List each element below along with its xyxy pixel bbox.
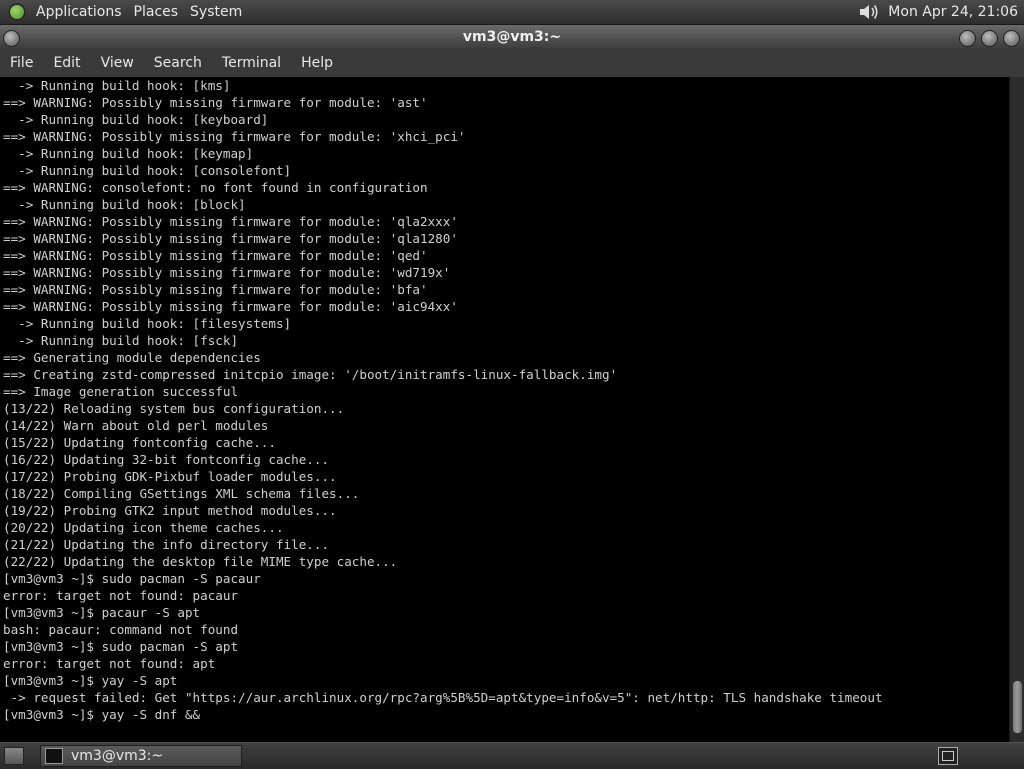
- terminal-line: (17/22) Probing GDK-Pixbuf loader module…: [3, 469, 337, 484]
- terminal-line: -> Running build hook: [keyboard]: [3, 112, 269, 127]
- window-title: vm3@vm3:~: [462, 29, 562, 45]
- volume-icon[interactable]: [858, 2, 880, 22]
- system-menu[interactable]: System: [186, 4, 250, 20]
- taskbar-item-label: vm3@vm3:~: [71, 748, 164, 764]
- panel-tray: Mon Apr 24, 21:06: [858, 2, 1024, 22]
- clock[interactable]: Mon Apr 24, 21:06: [888, 4, 1018, 20]
- terminal-line: (13/22) Reloading system bus configurati…: [3, 401, 345, 416]
- terminal-line: (21/22) Updating the info directory file…: [3, 537, 330, 552]
- terminal-line: -> Running build hook: [block]: [3, 197, 246, 212]
- terminal-line: ==> WARNING: Possibly missing firmware f…: [3, 282, 428, 297]
- terminal-line: [vm3@vm3 ~]$ yay -S apt: [3, 673, 178, 688]
- workspace-switcher-icon[interactable]: [938, 747, 958, 765]
- maximize-button[interactable]: [981, 30, 998, 47]
- applications-menu[interactable]: Applications: [32, 4, 130, 20]
- terminal-line: ==> WARNING: consolefont: no font found …: [3, 180, 428, 195]
- terminal-line: [vm3@vm3 ~]$ pacaur -S apt: [3, 605, 201, 620]
- terminal-line: (19/22) Probing GTK2 input method module…: [3, 503, 337, 518]
- terminal-line: ==> Image generation successful: [3, 384, 239, 399]
- menu-search[interactable]: Search: [144, 55, 212, 71]
- menu-file[interactable]: File: [0, 55, 43, 71]
- window-title-bar[interactable]: vm3@vm3:~: [0, 25, 1024, 49]
- terminal-line: ==> WARNING: Possibly missing firmware f…: [3, 265, 451, 280]
- menu-view[interactable]: View: [91, 55, 144, 71]
- terminal-scrollbar[interactable]: [1009, 77, 1024, 742]
- terminal-line: [vm3@vm3 ~]$ sudo pacman -S apt: [3, 639, 239, 654]
- menu-terminal[interactable]: Terminal: [212, 55, 291, 71]
- scrollbar-thumb[interactable]: [1013, 681, 1022, 733]
- terminal-line: ==> WARNING: Possibly missing firmware f…: [3, 129, 466, 144]
- terminal-line: [vm3@vm3 ~]$ yay -S dnf &&: [3, 707, 201, 722]
- terminal-menu-bar: File Edit View Search Terminal Help: [0, 49, 1024, 77]
- terminal-line: ==> WARNING: Possibly missing firmware f…: [3, 299, 458, 314]
- top-panel: Applications Places System Mon Apr 24, 2…: [0, 0, 1024, 25]
- terminal-line: -> Running build hook: [kms]: [3, 78, 231, 93]
- terminal-line: -> request failed: Get "https://aur.arch…: [3, 690, 883, 705]
- window-menu-button[interactable]: [3, 30, 20, 47]
- terminal-line: ==> WARNING: Possibly missing firmware f…: [3, 95, 428, 110]
- terminal-line: ==> WARNING: Possibly missing firmware f…: [3, 231, 458, 246]
- terminal-line: -> Running build hook: [filesystems]: [3, 316, 292, 331]
- terminal-line: -> Running build hook: [consolefont]: [3, 163, 292, 178]
- terminal-line: (15/22) Updating fontconfig cache...: [3, 435, 276, 450]
- terminal-line: ==> WARNING: Possibly missing firmware f…: [3, 214, 458, 229]
- terminal-line: error: target not found: pacaur: [3, 588, 239, 603]
- show-desktop-icon[interactable]: [4, 747, 24, 765]
- terminal-line: -> Running build hook: [keymap]: [3, 146, 254, 161]
- terminal-line: (16/22) Updating 32-bit fontconfig cache…: [3, 452, 330, 467]
- terminal-line: bash: pacaur: command not found: [3, 622, 239, 637]
- places-menu[interactable]: Places: [130, 4, 187, 20]
- menu-edit[interactable]: Edit: [43, 55, 90, 71]
- menu-help[interactable]: Help: [291, 55, 343, 71]
- terminal-line: [vm3@vm3 ~]$ sudo pacman -S pacaur: [3, 571, 261, 586]
- terminal-output[interactable]: -> Running build hook: [kms] ==> WARNING:…: [0, 77, 1009, 742]
- terminal-line: ==> Creating zstd-compressed initcpio im…: [3, 367, 618, 382]
- close-button[interactable]: [1003, 30, 1020, 47]
- terminal-line: ==> Generating module dependencies: [3, 350, 261, 365]
- terminal-line: (14/22) Warn about old perl modules: [3, 418, 269, 433]
- terminal-line: (18/22) Compiling GSettings XML schema f…: [3, 486, 360, 501]
- terminal-line: (20/22) Updating icon theme caches...: [3, 520, 284, 535]
- minimize-button[interactable]: [959, 30, 976, 47]
- distro-logo-icon[interactable]: [8, 3, 26, 21]
- taskbar-item-terminal[interactable]: vm3@vm3:~: [40, 745, 242, 767]
- terminal-icon: [45, 748, 63, 764]
- bottom-panel: vm3@vm3:~: [0, 742, 1024, 769]
- terminal-line: (22/22) Updating the desktop file MIME t…: [3, 554, 398, 569]
- terminal-line: ==> WARNING: Possibly missing firmware f…: [3, 248, 428, 263]
- terminal-line: error: target not found: apt: [3, 656, 216, 671]
- terminal-line: -> Running build hook: [fsck]: [3, 333, 239, 348]
